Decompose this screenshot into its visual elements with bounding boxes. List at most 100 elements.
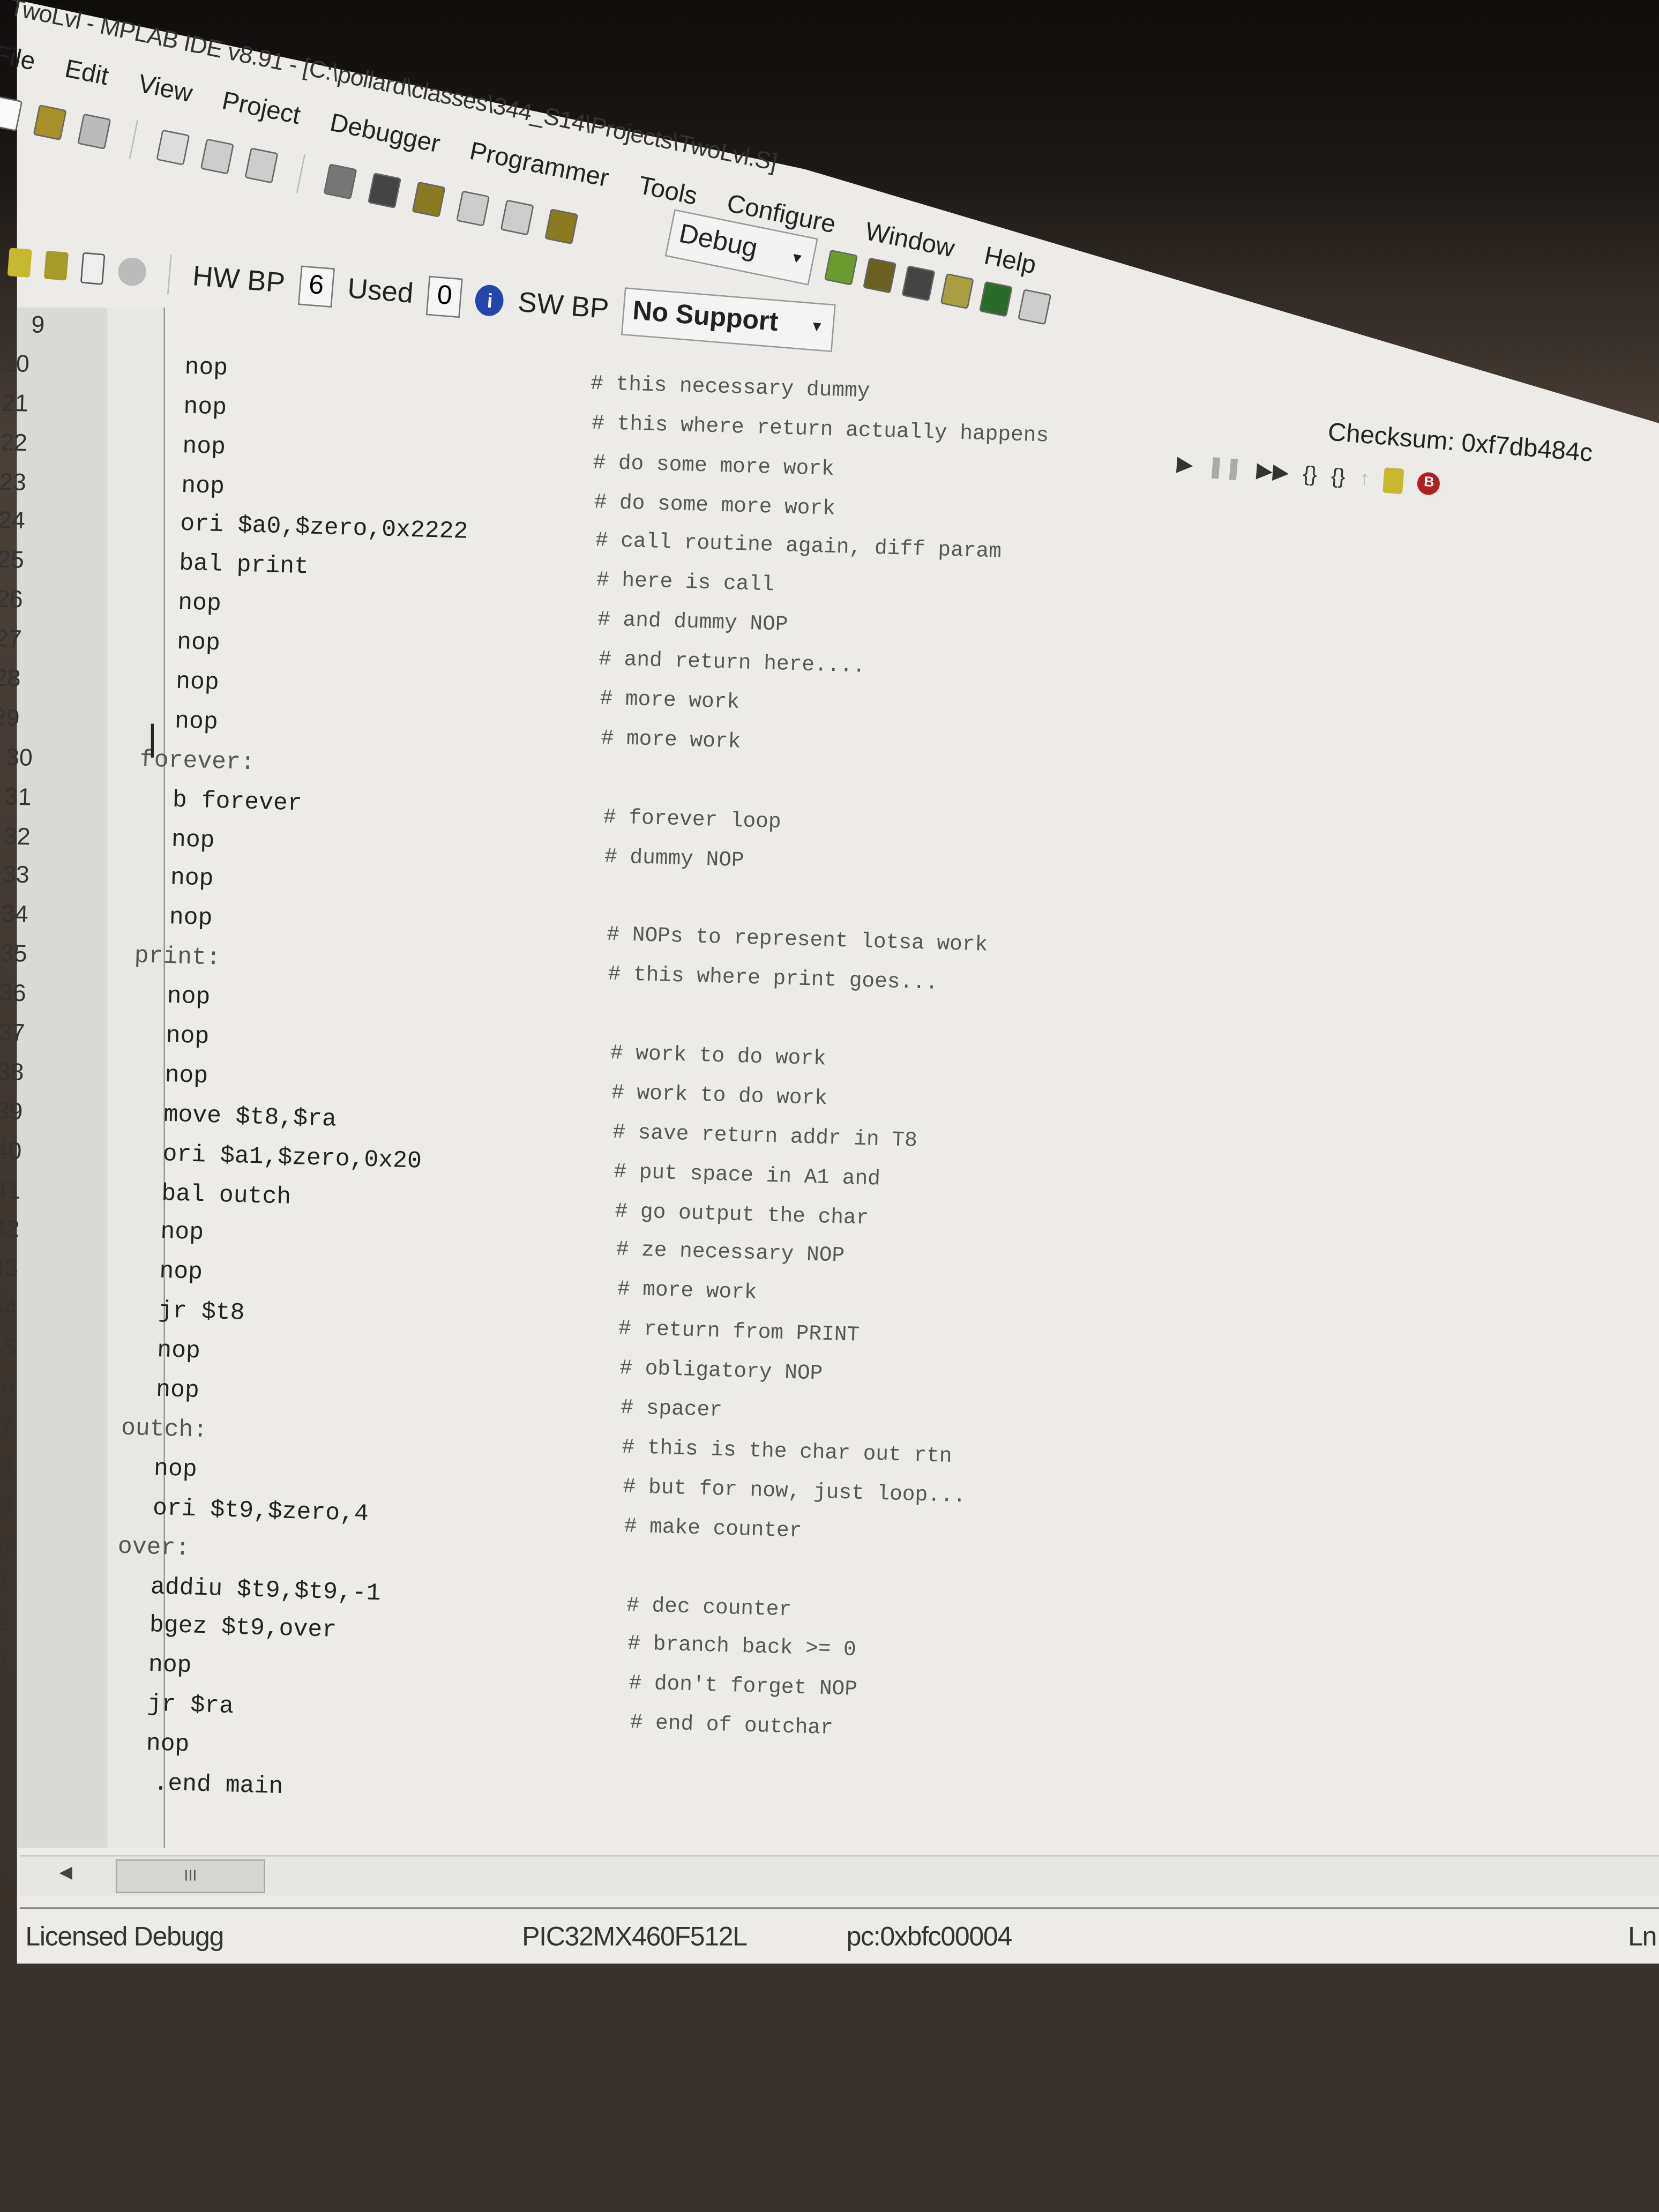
line-number: 27 [0,625,23,653]
info-icon[interactable]: i [474,283,505,317]
status-pc: pc:0xbfc00004 [846,1923,1013,1953]
file-export-icon[interactable] [80,252,106,285]
code-editor[interactable]: 9 20 nop # this necessary dummy 21 nop # this… [0,308,1658,1849]
hw-bp-count: 6 [297,265,335,308]
copy-icon[interactable] [200,138,234,175]
line-number: 41 [0,1176,21,1204]
code-instruction: nop [148,1653,192,1681]
code-instruction: nop [159,1259,203,1288]
import-icon[interactable] [7,248,32,278]
code-comment: # branch back >= 0 [627,1632,857,1663]
horizontal-scrollbar[interactable]: ◀ III [19,1855,1659,1896]
code-instruction: nop [155,1377,200,1406]
code-instruction: nop [156,1338,201,1366]
new-file-icon[interactable] [0,95,23,132]
code-comment: # more work [600,726,741,754]
code-instruction: nop [175,669,220,698]
code-comment: # make counter [624,1514,803,1543]
code-instruction: bgez $t9,over [149,1613,337,1646]
line-number: 44 [0,1294,18,1322]
bookmark-icon[interactable] [456,190,490,227]
code-label: outch: [121,1416,208,1445]
export-icon[interactable] [43,250,69,281]
find-icon[interactable] [367,172,402,209]
save-project-icon[interactable] [901,265,936,302]
code-comment: # call routine again, diff param [595,529,1002,565]
line-number: 46 [0,1372,16,1401]
code-comment: # more work [617,1277,758,1306]
toolbar-separator [129,119,138,159]
make-icon[interactable] [978,281,1013,317]
code-label: print: [133,944,221,974]
line-number: 26 [0,586,24,614]
code-instruction: bal print [178,551,309,582]
code-instruction: nop [160,1220,204,1249]
chevron-down-icon: ▼ [788,249,805,268]
code-instruction: nop [166,984,211,1012]
code-instruction: ori $a1,$zero,0x20 [162,1141,422,1176]
open-project-icon[interactable] [863,257,897,294]
code-instruction: b forever [172,787,303,818]
save-icon[interactable] [77,113,111,150]
line-number: 33 [2,861,30,890]
text-cursor [151,723,154,758]
code-instruction: nop [182,434,226,462]
code-instruction: nop [153,1456,198,1484]
code-comment: # this is the char out rtn [621,1435,953,1469]
code-instruction: ori $a0,$zero,0x2222 [180,512,468,547]
sw-bp-count: 0 [425,275,464,318]
print-icon[interactable] [323,163,357,200]
photo-stage: TwoLvl - MPLAB IDE v8.91 - [C:\pollard\c… [0,0,1659,2212]
code-comment: # forever loop [603,805,782,834]
line-number: 39 [0,1097,24,1125]
cut-icon[interactable] [156,129,190,166]
code-instruction: ori $t9,$zero,4 [152,1495,369,1529]
code-label: over: [117,1534,190,1563]
code-instruction: bal outch [161,1180,292,1212]
code-comment: # more work [599,687,740,715]
status-mode: Licensed Debugg [25,1923,224,1953]
line-number: 24 [0,507,26,535]
code-comment: # this where return actually happens [591,411,1049,449]
code-comment: # work to do work [611,1081,828,1111]
find-in-files-icon[interactable] [412,181,446,218]
code-comment: # do some more work [592,451,835,482]
code-comment: # this necessary dummy [590,371,871,404]
status-device: PIC32MX460F512L [522,1923,748,1953]
sw-bp-label: SW BP [517,286,610,325]
scrollbar-thumb[interactable]: III [115,1859,265,1894]
code-instruction: .end main [153,1771,283,1802]
code-instruction: nop [181,473,225,501]
paste-icon[interactable] [244,147,279,184]
build-icon[interactable] [940,273,974,310]
toolbar-separator [296,154,306,193]
bookmark-next-icon[interactable] [500,199,534,236]
scroll-left-arrow-icon[interactable]: ◀ [59,1862,72,1882]
code-instruction: jr $ra [147,1692,234,1722]
line-number: 25 [0,546,25,574]
line-number: 35 [0,940,28,968]
code-comment: # return from PRINT [618,1317,860,1348]
code-comment: # work to do work [610,1041,827,1072]
code-instruction: nop [164,1063,208,1091]
code-comment: # here is call [596,569,775,598]
hw-bp-label: HW BP [191,260,286,299]
disabled-circle-icon [117,256,148,287]
code-comment: # and dummy NOP [597,608,789,638]
line-number: 55 [0,1727,6,1754]
line-number: 36 [0,979,27,1007]
line-number: 34 [1,901,29,929]
code-instruction: nop [183,394,227,422]
line-number: 9 [31,311,46,339]
code-comment: # go output the char [614,1199,869,1230]
new-project-icon[interactable] [824,249,858,286]
line-number: 54 [0,1687,7,1715]
code-comment: # spacer [620,1396,723,1423]
code-instruction: nop [177,591,222,619]
code-comment: # end of outchar [629,1711,834,1741]
code-instruction: addiu $t9,$t9,-1 [150,1574,382,1608]
code-comment: # dec counter [626,1593,792,1622]
code-label: forever: [139,747,256,778]
open-folder-icon[interactable] [33,104,67,141]
code-comment: # and return here.... [598,647,866,679]
